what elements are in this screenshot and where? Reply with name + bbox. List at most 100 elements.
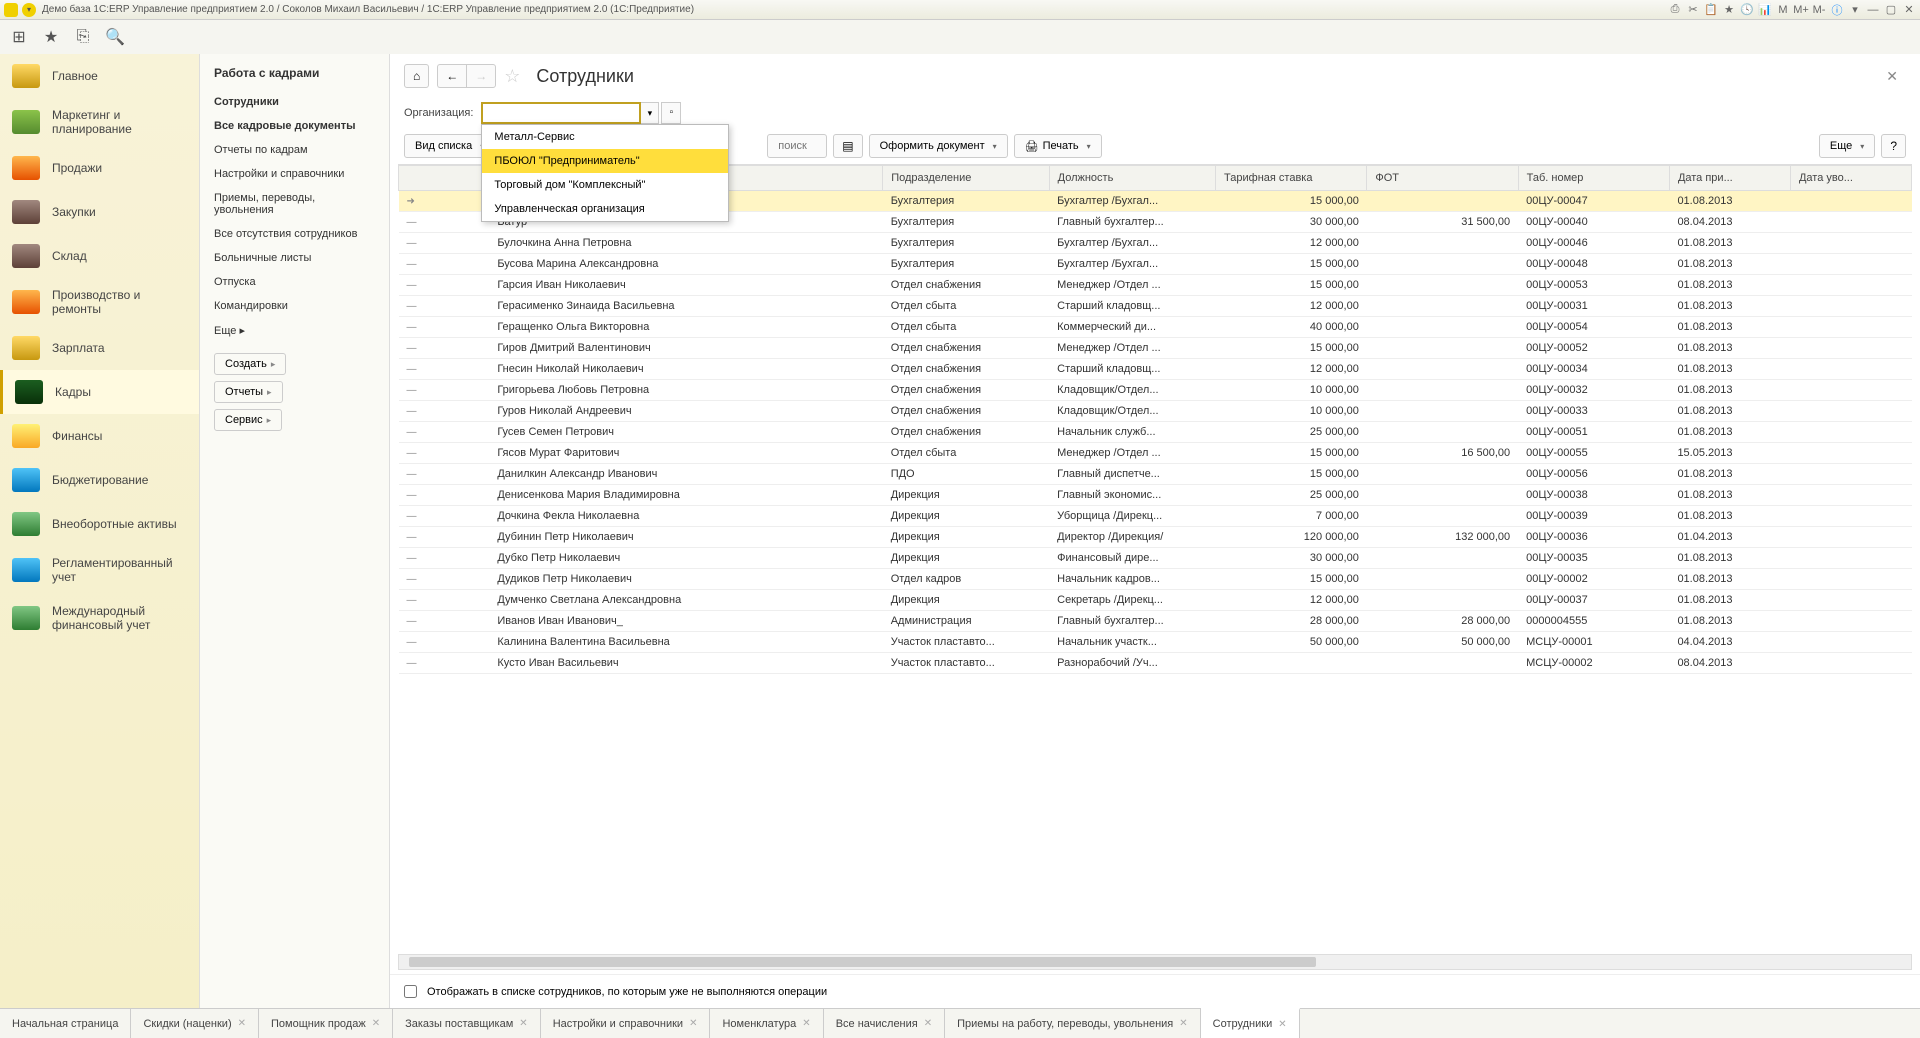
org-open-button[interactable]: ▫ [661,102,681,124]
bottom-tab[interactable]: Скидки (наценки)✕ [131,1009,259,1038]
star-icon[interactable]: ★ [42,28,60,46]
sidebar-item[interactable]: Продажи [0,146,199,190]
bottom-tab[interactable]: Заказы поставщикам✕ [393,1009,541,1038]
tab-close-icon[interactable]: ✕ [1179,1018,1187,1029]
favorite-icon[interactable]: ★ [1722,3,1736,17]
app-menu-icon[interactable]: ▾ [22,3,36,17]
maximize-icon[interactable]: ▢ [1884,3,1898,17]
sidebar-item[interactable]: Внеоборотные активы [0,502,199,546]
bottom-tab[interactable]: Сотрудники✕ [1201,1008,1300,1038]
sidebar-item[interactable]: Производство и ремонты [0,278,199,326]
table-row[interactable]: — Дочкина Фекла Николаевна Дирекция Убор… [399,506,1912,527]
table-row[interactable]: — Иванов Иван Иванович_ Администрация Гл… [399,611,1912,632]
toolbar-icon[interactable]: ⎙ [1668,3,1682,17]
sidebar-item[interactable]: Международный финансовый учет [0,594,199,642]
tab-close-icon[interactable]: ✕ [372,1018,380,1029]
horizontal-scrollbar[interactable] [398,954,1912,970]
minimize-icon[interactable]: — [1866,3,1880,17]
column-header[interactable]: Дата при... [1669,166,1790,191]
column-header[interactable]: Таб. номер [1518,166,1669,191]
column-header[interactable]: Дата уво... [1790,166,1911,191]
sidebar-item[interactable]: Закупки [0,190,199,234]
table-row[interactable]: — Денисенкова Мария Владимировна Дирекци… [399,485,1912,506]
list-mode-button[interactable]: ▤ [833,134,862,158]
search-icon[interactable]: 🔍 [106,28,124,46]
toolbar-icon[interactable]: 🕓 [1740,3,1754,17]
subnav-item[interactable]: Сотрудники [214,90,375,114]
bottom-tab[interactable]: Все начисления✕ [824,1009,945,1038]
subnav-button[interactable]: Отчеты [214,381,283,403]
subnav-item[interactable]: Еще ▸ [214,318,375,343]
table-row[interactable]: — Герасименко Зинаида Васильевна Отдел с… [399,296,1912,317]
column-header[interactable]: Должность [1049,166,1215,191]
subnav-item[interactable]: Все отсутствия сотрудников [214,222,375,246]
help-icon[interactable]: ⓘ [1830,3,1844,17]
subnav-item[interactable]: Командировки [214,294,375,318]
print-button[interactable]: 🖨 Печать [1014,134,1102,158]
table-row[interactable]: — Гарсия Иван Николаевич Отдел снабжения… [399,275,1912,296]
column-header[interactable]: Подразделение [883,166,1049,191]
org-input[interactable] [481,102,641,124]
favorite-star-icon[interactable]: ☆ [504,66,520,87]
dropdown-item[interactable]: Управленческая организация [482,197,728,221]
tab-close-icon[interactable]: ✕ [924,1018,932,1029]
column-header[interactable]: ФОТ [1367,166,1518,191]
show-inactive-checkbox[interactable] [404,985,417,998]
subnav-item[interactable]: Больничные листы [214,246,375,270]
subnav-item[interactable]: Настройки и справочники [214,162,375,186]
clipboard-icon[interactable]: ⎘ [74,28,92,46]
table-row[interactable]: — Булочкина Анна Петровна Бухгалтерия Бу… [399,233,1912,254]
back-button[interactable]: ← [437,64,466,88]
sidebar-item[interactable]: Регламентированный учет [0,546,199,594]
more-button[interactable]: Еще [1819,134,1875,158]
forward-button[interactable]: → [466,64,496,88]
toolbar-icon[interactable]: 📋 [1704,3,1718,17]
column-header[interactable]: Тарифная ставка [1216,166,1367,191]
close-page-icon[interactable]: ✕ [1886,68,1906,85]
subnav-button[interactable]: Создать [214,353,286,375]
dropdown-icon[interactable]: ▾ [1848,3,1862,17]
sidebar-item[interactable]: Главное [0,54,199,98]
tab-close-icon[interactable]: ✕ [689,1018,697,1029]
table-row[interactable]: — Думченко Светлана Александровна Дирекц… [399,590,1912,611]
table-row[interactable]: — Гусев Семен Петрович Отдел снабжения Н… [399,422,1912,443]
sidebar-item[interactable]: Зарплата [0,326,199,370]
table-row[interactable]: — Гуров Николай Андреевич Отдел снабжени… [399,401,1912,422]
table-row[interactable]: — Дудиков Петр Николаевич Отдел кадров Н… [399,569,1912,590]
table-row[interactable]: — Гнесин Николай Николаевич Отдел снабже… [399,359,1912,380]
tab-close-icon[interactable]: ✕ [519,1018,527,1029]
dropdown-item[interactable]: ПБОЮЛ "Предприниматель" [482,149,728,173]
tab-close-icon[interactable]: ✕ [802,1018,810,1029]
subnav-item[interactable]: Отчеты по кадрам [214,138,375,162]
toolbar-icon[interactable]: M- [1812,3,1826,17]
table-row[interactable]: — Бусова Марина Александровна Бухгалтери… [399,254,1912,275]
toolbar-icon[interactable]: ✂ [1686,3,1700,17]
tab-close-icon[interactable]: ✕ [238,1018,246,1029]
subnav-button[interactable]: Сервис [214,409,282,431]
bottom-tab[interactable]: Начальная страница [0,1009,131,1038]
subnav-item[interactable]: Все кадровые документы [214,114,375,138]
tab-close-icon[interactable]: ✕ [1278,1019,1286,1030]
apps-icon[interactable]: ⊞ [10,28,28,46]
bottom-tab[interactable]: Приемы на работу, переводы, увольнения✕ [945,1009,1201,1038]
table-row[interactable]: — Калинина Валентина Васильевна Участок … [399,632,1912,653]
table-row[interactable]: — Геращенко Ольга Викторовна Отдел сбыта… [399,317,1912,338]
sidebar-item[interactable]: Бюджетирование [0,458,199,502]
dropdown-item[interactable]: Торговый дом "Комплексный" [482,173,728,197]
toolbar-icon[interactable]: M+ [1794,3,1808,17]
help-button[interactable]: ? [1881,134,1906,158]
table-row[interactable]: — Дубинин Петр Николаевич Дирекция Дирек… [399,527,1912,548]
table-row[interactable]: — Гясов Мурат Фаритович Отдел сбыта Мене… [399,443,1912,464]
create-document-button[interactable]: Оформить документ [869,134,1008,158]
dropdown-item[interactable]: Металл-Сервис [482,125,728,149]
table-row[interactable]: — Дубко Петр Николаевич Дирекция Финансо… [399,548,1912,569]
sidebar-item[interactable]: Склад [0,234,199,278]
table-row[interactable]: — Григорьева Любовь Петровна Отдел снабж… [399,380,1912,401]
close-icon[interactable]: ✕ [1902,3,1916,17]
sidebar-item[interactable]: Маркетинг и планирование [0,98,199,146]
subnav-item[interactable]: Отпуска [214,270,375,294]
bottom-tab[interactable]: Помощник продаж✕ [259,1009,393,1038]
employee-table-wrap[interactable]: ФИОПодразделениеДолжностьТарифная ставка… [398,164,1912,954]
table-row[interactable]: — Кусто Иван Васильевич Участок пластавт… [399,653,1912,674]
org-dropdown-button[interactable]: ▾ [641,102,659,124]
